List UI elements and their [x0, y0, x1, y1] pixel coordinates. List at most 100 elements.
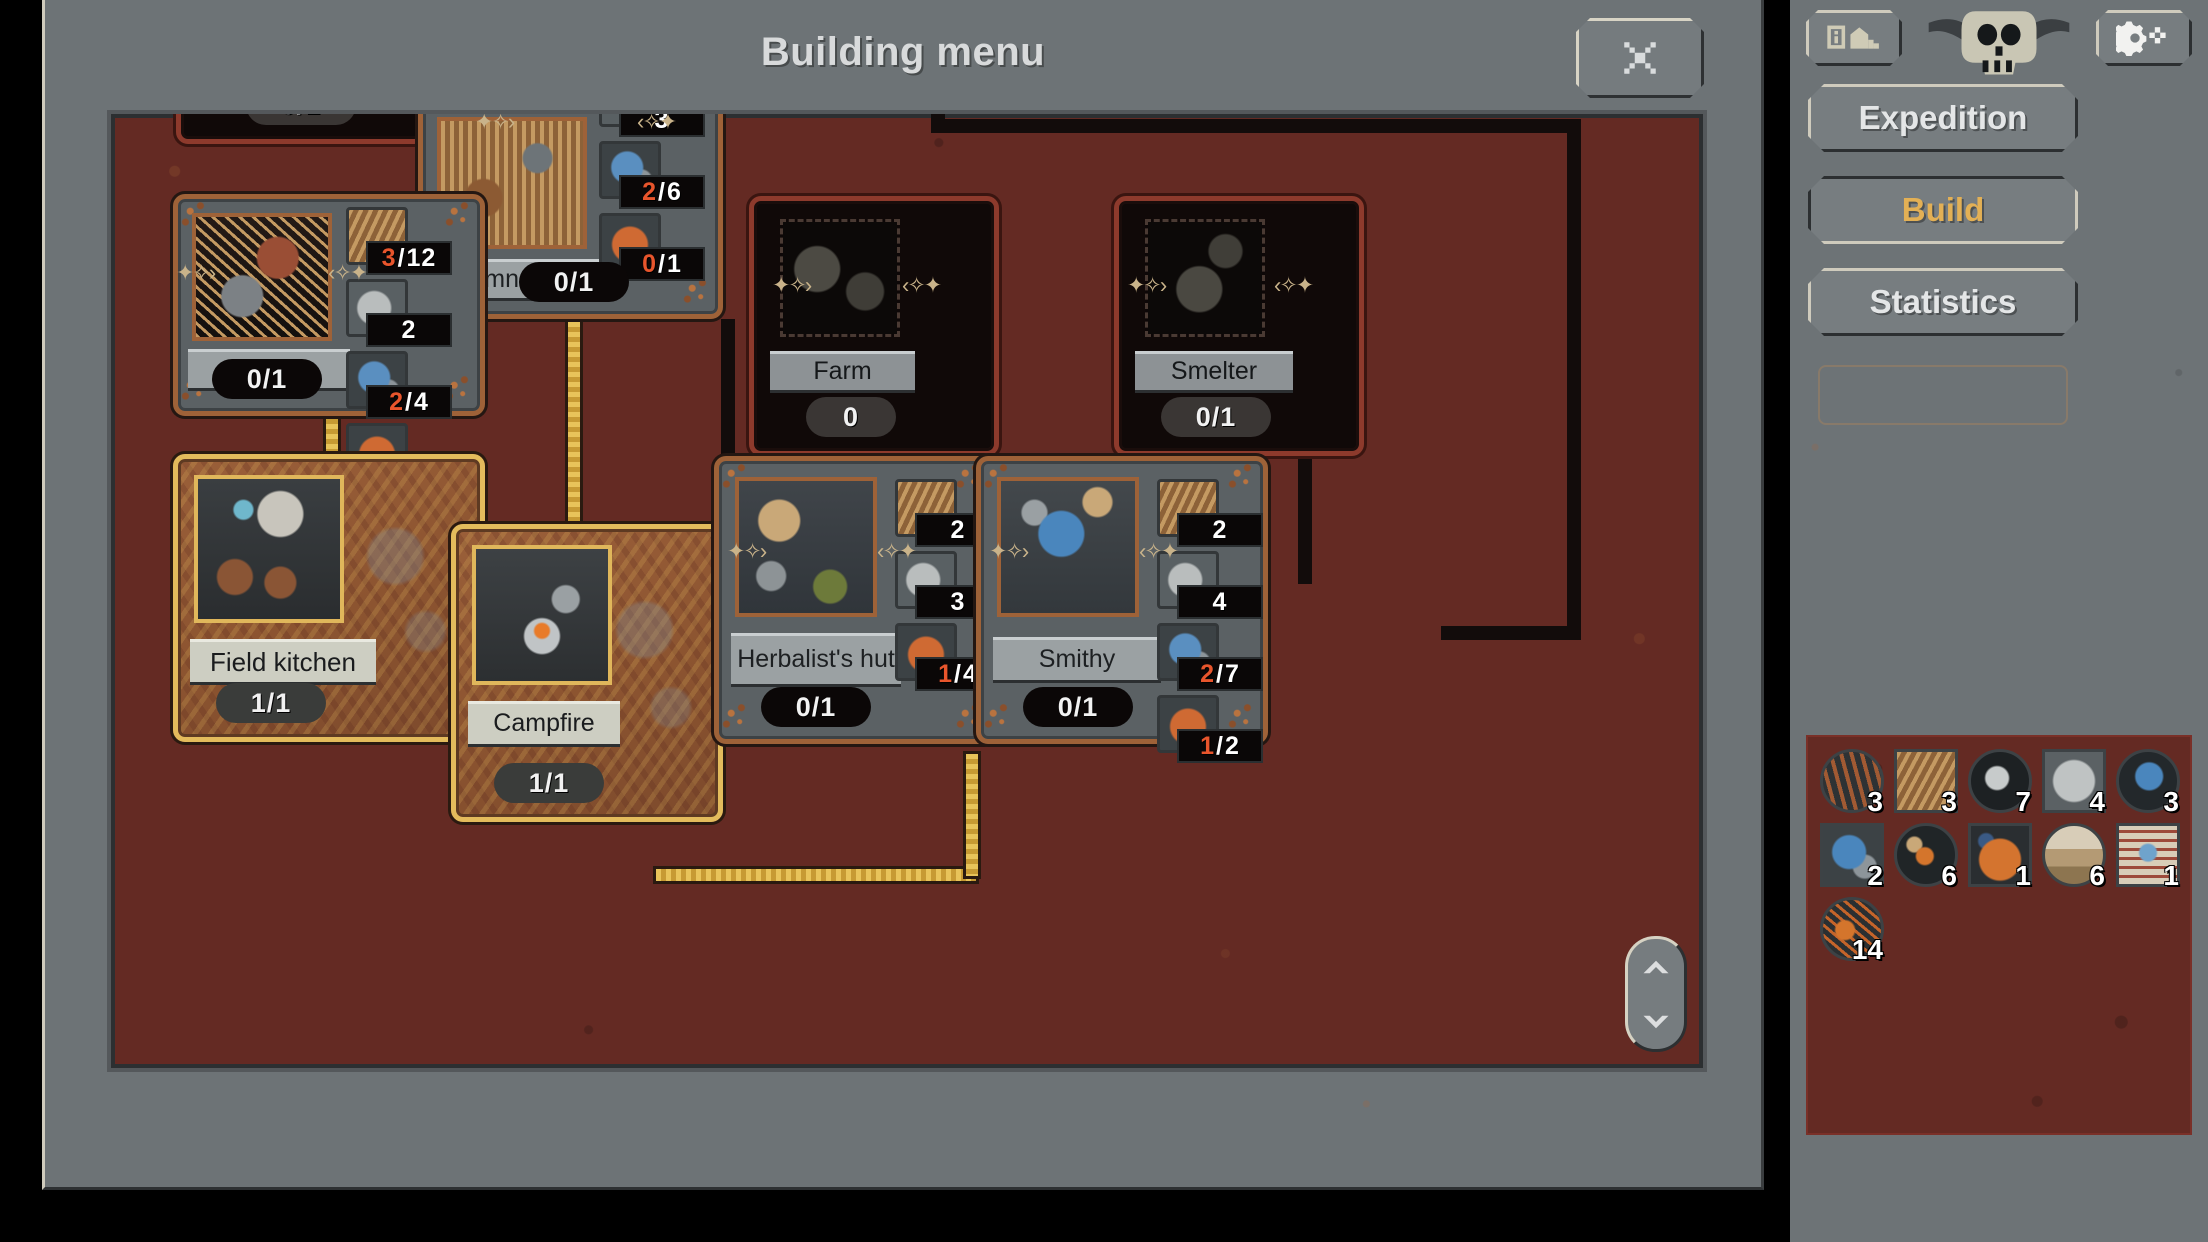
page-title: Building menu	[760, 30, 1046, 74]
cost-value: 2	[366, 313, 452, 347]
cost-value: 2	[1177, 513, 1263, 547]
pill-wing-left: ✦✧›	[772, 272, 812, 298]
sidebar-item-build[interactable]: Build	[1808, 176, 2078, 244]
window-titlebar: Building menu	[45, 0, 1761, 115]
cost-have: 0	[642, 249, 658, 278]
cost-need: 4	[1212, 587, 1228, 616]
sidebar: Expedition Build Statistics 3 3 7 4 3 2 …	[1790, 0, 2208, 1242]
cost-value: 2/4	[366, 385, 452, 419]
cost-value: 4	[1177, 585, 1263, 619]
connector-right-rail	[1567, 119, 1581, 639]
inventory-qty: 14	[1851, 934, 1883, 965]
pill-wing-right: ‹✧✦	[1274, 272, 1314, 298]
inventory-slot[interactable]: 1	[1964, 819, 2036, 891]
cost-need: 3	[950, 587, 966, 616]
chevron-down-icon[interactable]	[1641, 1011, 1671, 1033]
building-tree-panel[interactable]: 0/1 ✦✧› ‹✧✦ Gymnasium	[107, 110, 1707, 1072]
cost-need: 2	[1224, 731, 1240, 760]
inventory-qty: 7	[2015, 786, 2031, 817]
inventory-slot[interactable]: 6	[2038, 819, 2110, 891]
tree-scrollbar[interactable]	[1625, 936, 1687, 1052]
connector-right-to-smithy	[1441, 626, 1581, 640]
info-building-icon	[1825, 22, 1883, 54]
inventory-slot[interactable]: 7	[1964, 745, 2036, 817]
inventory-qty: 6	[2089, 860, 2105, 891]
inventory-slot[interactable]: 3	[1890, 745, 1962, 817]
inventory-qty: 3	[1867, 786, 1883, 817]
cost-have: 1	[938, 659, 954, 688]
sidebar-empty-slot	[1818, 365, 2068, 425]
pill-wing-left: ✦✧›	[989, 538, 1029, 564]
cost-have: 2	[1200, 659, 1216, 688]
card-count: 1/1	[494, 763, 604, 803]
cost-row: 2	[1157, 479, 1263, 547]
card-count: 0/1	[1161, 397, 1271, 437]
cost-row: 1/2	[1157, 695, 1263, 763]
cost-have: 1	[1200, 731, 1216, 760]
card-smithy[interactable]: Smithy 2 4 2 / 7 1 / 2 0/1 ✦✧› ‹✧✦	[976, 456, 1268, 763]
inventory-qty: 3	[2163, 786, 2179, 817]
connector-smithy-bottom	[966, 754, 978, 876]
cost-need: 2	[950, 515, 966, 544]
card-refuge[interactable]: Refuge 3/12 2	[173, 194, 485, 491]
pill-wing-right: ‹✧✦	[877, 538, 917, 564]
inventory-slot[interactable]: 14	[1816, 893, 1888, 965]
cost-need: 12	[406, 243, 437, 272]
inventory-slot[interactable]: 3	[2112, 745, 2184, 817]
inventory-qty: 3	[1941, 786, 1957, 817]
card-campfire[interactable]: Campfire 1/1	[451, 524, 723, 822]
card-smelter[interactable]: Smelter 0/1 ✦✧› ‹✧✦	[1114, 196, 1364, 456]
cost-need: 4	[413, 387, 429, 416]
cost-value: 2/7	[1177, 657, 1263, 691]
inventory-slot[interactable]: 1	[2112, 819, 2184, 891]
card-count: 1/1	[216, 683, 326, 723]
inventory-grid: 3 3 7 4 3 2 6 1 6 1 14	[1816, 745, 2184, 965]
screen: Building menu 3 2 / 6 0 / 1 0/1 ✦✧› ‹✧✦ …	[0, 0, 2208, 1242]
nav-label: Build	[1901, 191, 1985, 228]
sidebar-item-expedition[interactable]: Expedition	[1808, 84, 2078, 152]
card-count: 0/1	[212, 359, 322, 399]
pill-wing-right: ‹✧✦	[902, 272, 942, 298]
cost-value: 1/2	[1177, 729, 1263, 763]
pill-wing-right: ‹✧✦	[328, 260, 368, 285]
inventory-qty: 1	[2163, 860, 2179, 891]
close-button[interactable]	[1576, 18, 1704, 98]
pill-wing-left: ✦✧›	[176, 260, 216, 285]
inventory-panel[interactable]: 3 3 7 4 3 2 6 1 6 1 14	[1806, 735, 2192, 1135]
card-name: Campfire	[468, 701, 620, 747]
building-menu-window: Building menu 3 2 / 6 0 / 1 0/1 ✦✧› ‹✧✦ …	[42, 0, 1764, 1190]
card-thumbnail	[472, 545, 612, 685]
inventory-slot[interactable]: 6	[1890, 819, 1962, 891]
cost-need: 1	[666, 249, 682, 278]
cost-have: 3	[381, 243, 397, 272]
card-field-kitchen[interactable]: Field kitchen 1/1	[173, 454, 485, 742]
card-count: 0/1	[246, 114, 356, 125]
card-herbalists-hut[interactable]: Herbalist's hut 2 3 1 / 4 0/1 ✦✧› ‹✧✦	[714, 456, 1001, 744]
inventory-qty: 1	[2015, 860, 2031, 891]
cost-need: 2	[1212, 515, 1228, 544]
pill-wing-left: ✦✧›	[1127, 272, 1167, 298]
info-button[interactable]	[1806, 10, 1902, 66]
inventory-qty: 4	[2089, 786, 2105, 817]
card-partial-top-left[interactable]: 0/1 ✦✧› ‹✧✦	[176, 114, 426, 144]
inventory-slot[interactable]: 2	[1816, 819, 1888, 891]
inventory-qty: 6	[1941, 860, 1957, 891]
card-farm[interactable]: Farm 0 ✦✧› ‹✧✦	[749, 196, 999, 456]
pill-wing-left: ✦✧›	[727, 538, 767, 564]
sidebar-topbar	[1790, 6, 2208, 75]
inventory-slot[interactable]: 4	[2038, 745, 2110, 817]
card-count: 0/1	[519, 262, 629, 302]
inventory-slot[interactable]: 3	[1816, 745, 1888, 817]
nav-label: Statistics	[1869, 283, 2017, 320]
connector-top-rail	[931, 119, 1581, 133]
settings-button[interactable]	[2096, 10, 2192, 66]
pill-wing-right: ‹✧✦	[1139, 538, 1179, 564]
connector-smelter-down	[1298, 459, 1312, 584]
chevron-up-icon[interactable]	[1641, 956, 1671, 978]
cost-need: 2	[401, 315, 417, 344]
sidebar-item-statistics[interactable]: Statistics	[1808, 268, 2078, 336]
nav-label: Expedition	[1858, 99, 2028, 136]
pill-wing-right: ‹✧✦	[637, 110, 677, 134]
cost-need: 7	[1224, 659, 1240, 688]
crossed-blades-icon	[1619, 37, 1661, 79]
